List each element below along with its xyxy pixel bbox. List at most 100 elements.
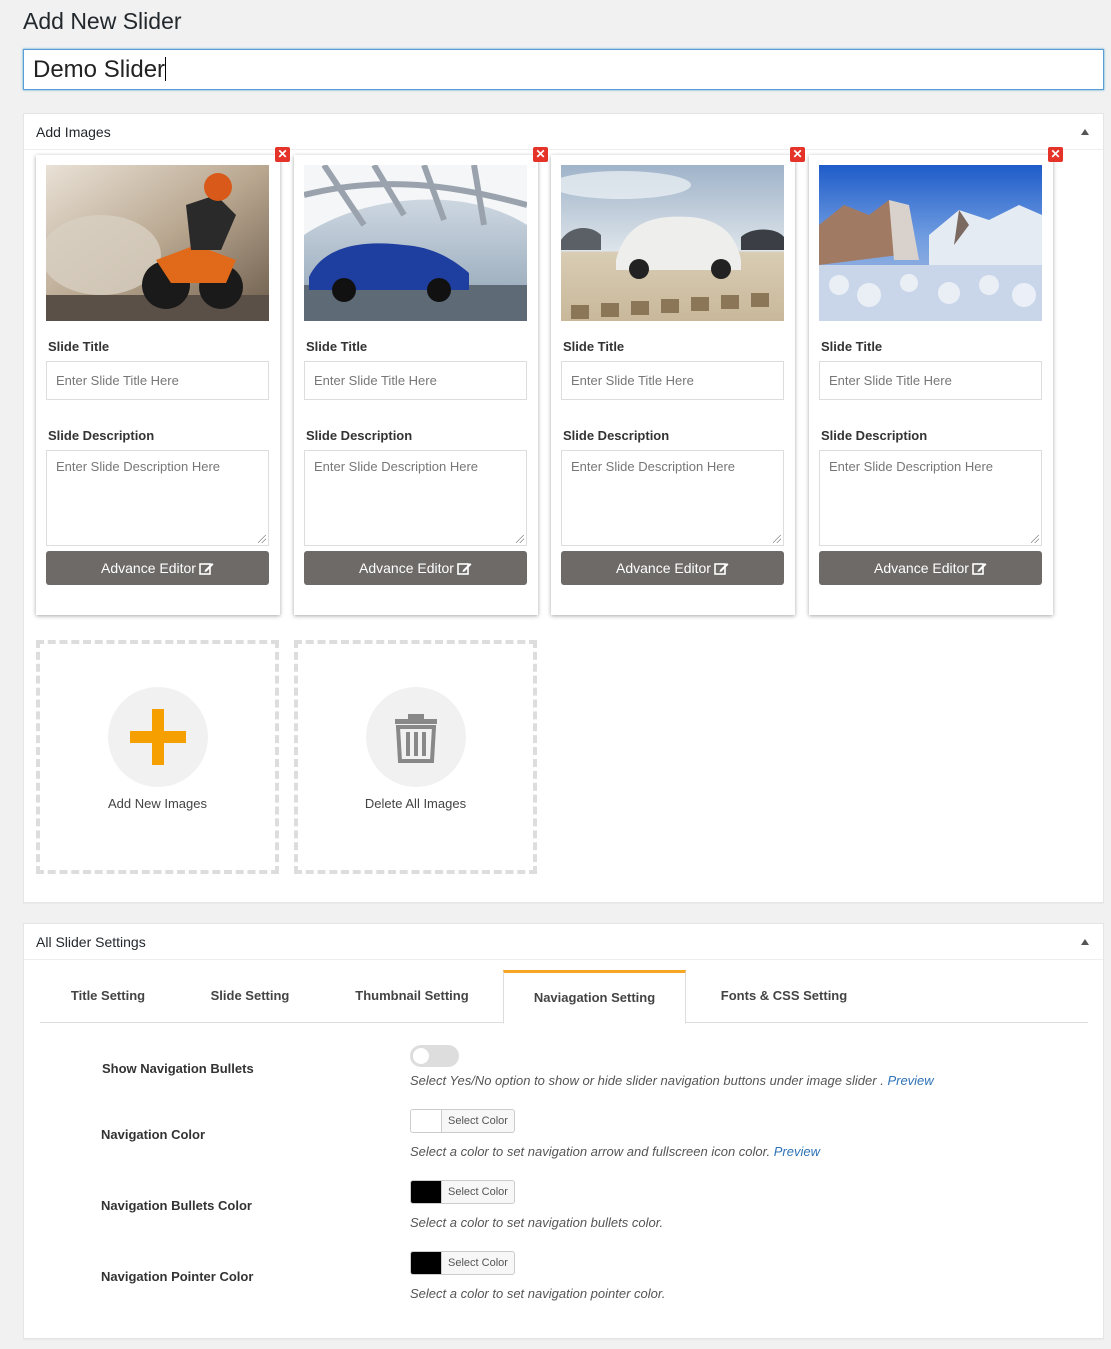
preview-link[interactable]: Preview (774, 1144, 820, 1159)
advance-editor-button[interactable]: Advance Editor (819, 551, 1042, 585)
show-navigation-bullets-label: Show Navigation Bullets (102, 1061, 254, 1076)
preview-link[interactable]: Preview (887, 1073, 933, 1088)
slide-card: ✕ Slide Title Enter Slide Title Here Sli… (551, 147, 805, 615)
slide-title-label: Slide Title (563, 339, 625, 354)
slide-description-placeholder: Enter Slide Description Here (314, 459, 479, 474)
slide-title-label: Slide Title (821, 339, 883, 354)
select-color-label: Select Color (448, 1186, 508, 1198)
slide-description-placeholder: Enter Slide Description Here (571, 459, 736, 474)
slide-title-input[interactable]: Enter Slide Title Here (304, 361, 527, 400)
blue-car-image (304, 165, 527, 321)
remove-slide-button[interactable]: ✕ (790, 147, 805, 162)
close-icon: ✕ (1050, 147, 1061, 161)
tab-slide-setting[interactable]: Slide Setting (176, 970, 324, 1023)
navigation-bullets-description: Select Yes/No option to show or hide sli… (410, 1073, 934, 1088)
slide-description-input[interactable]: Enter Slide Description Here (46, 450, 269, 546)
slide-title-input[interactable]: Enter Slide Title Here (819, 361, 1042, 400)
collapse-arrow-icon[interactable] (1081, 129, 1089, 135)
snowy-valley-image (819, 165, 1042, 321)
remove-slide-button[interactable]: ✕ (533, 147, 548, 162)
slide-card: ✕ Slide Title Enter Slide Title Here Sli… (36, 147, 290, 615)
remove-slide-button[interactable]: ✕ (275, 147, 290, 162)
navigation-color-label: Navigation Color (101, 1127, 206, 1142)
slide-title-input[interactable]: Enter Slide Title Here (46, 361, 269, 400)
slide-description-label: Slide Description (48, 428, 155, 443)
panel-title: All Slider Settings (36, 934, 146, 950)
advance-editor-label: Advance Editor (359, 560, 454, 576)
text-caret (165, 57, 167, 81)
color-swatch (411, 1110, 442, 1132)
add-new-images-button[interactable]: Add New Images (36, 640, 279, 874)
advance-editor-label: Advance Editor (616, 560, 711, 576)
resize-grip-icon[interactable] (1031, 535, 1039, 543)
slider-name-input[interactable]: Demo Slider (23, 49, 1104, 90)
slide-description-input[interactable]: Enter Slide Description Here (304, 450, 527, 546)
navigation-bullets-help: Select Yes/No option to show or hide sli… (410, 1073, 888, 1088)
navigation-color-description: Select a color to set navigation arrow a… (410, 1144, 820, 1159)
settings-tabs: Title Setting Slide Setting Thumbnail Se… (40, 970, 1088, 1024)
motorcycle-image (46, 165, 269, 321)
collapse-arrow-icon[interactable] (1081, 939, 1089, 945)
color-swatch (411, 1252, 442, 1274)
edit-icon (199, 563, 214, 575)
advance-editor-label: Advance Editor (101, 560, 196, 576)
navigation-bullets-toggle[interactable] (410, 1045, 459, 1067)
slide-description-label: Slide Description (306, 428, 413, 443)
slide-description-label: Slide Description (821, 428, 928, 443)
panel-title: Add Images (36, 124, 111, 140)
toggle-knob (413, 1048, 429, 1064)
slide-title-label: Slide Title (306, 339, 368, 354)
advance-editor-button[interactable]: Advance Editor (561, 551, 784, 585)
page-title: Add New Slider (23, 8, 182, 34)
plus-icon (130, 709, 186, 765)
advance-editor-button[interactable]: Advance Editor (46, 551, 269, 585)
slide-card: ✕ Slide Title Enter Slide Title Here Sli… (809, 147, 1063, 615)
tab-thumbnail-setting[interactable]: Thumbnail Setting (324, 970, 500, 1023)
slide-title-label: Slide Title (48, 339, 110, 354)
close-icon: ✕ (792, 147, 803, 161)
resize-grip-icon[interactable] (258, 535, 266, 543)
navigation-bullets-color-picker[interactable]: Select Color (410, 1180, 515, 1204)
slider-name-value: Demo Slider (33, 56, 166, 83)
navigation-color-picker[interactable]: Select Color (410, 1109, 515, 1133)
close-icon: ✕ (535, 147, 546, 161)
navigation-bullets-color-description: Select a color to set navigation bullets… (410, 1215, 664, 1230)
edit-icon (714, 563, 729, 575)
delete-all-images-label: Delete All Images (364, 796, 467, 811)
add-new-images-label: Add New Images (108, 796, 207, 811)
slide-title-input[interactable]: Enter Slide Title Here (561, 361, 784, 400)
select-color-label: Select Color (448, 1257, 508, 1269)
select-color-label: Select Color (448, 1115, 508, 1127)
resize-grip-icon[interactable] (773, 535, 781, 543)
slider-settings-panel: All Slider Settings Title Setting Slide … (23, 923, 1104, 1339)
navigation-color-help: Select a color to set navigation arrow a… (410, 1144, 774, 1159)
edit-icon (457, 563, 472, 575)
slider-settings-header[interactable]: All Slider Settings (24, 924, 1103, 960)
advance-editor-button[interactable]: Advance Editor (304, 551, 527, 585)
tab-title-setting[interactable]: Title Setting (40, 970, 176, 1023)
advance-editor-label: Advance Editor (874, 560, 969, 576)
slide-description-placeholder: Enter Slide Description Here (56, 459, 221, 474)
navigation-bullets-color-label: Navigation Bullets Color (101, 1198, 252, 1213)
add-images-header[interactable]: Add Images (24, 114, 1103, 150)
tab-fonts-css-setting[interactable]: Fonts & CSS Setting (686, 970, 882, 1023)
slide-description-label: Slide Description (563, 428, 670, 443)
add-icon-circle (108, 687, 208, 787)
navigation-pointer-color-label: Navigation Pointer Color (101, 1269, 254, 1284)
slide-description-input[interactable]: Enter Slide Description Here (819, 450, 1042, 546)
slide-description-input[interactable]: Enter Slide Description Here (561, 450, 784, 546)
navigation-pointer-color-description: Select a color to set navigation pointer… (410, 1286, 666, 1301)
remove-slide-button[interactable]: ✕ (1048, 147, 1063, 162)
white-suv-image (561, 165, 784, 321)
edit-icon (972, 563, 987, 575)
resize-grip-icon[interactable] (516, 535, 524, 543)
tab-navigation-setting[interactable]: Naviagation Setting (503, 970, 686, 1024)
trash-icon (395, 714, 437, 763)
color-swatch (411, 1181, 442, 1203)
delete-all-images-button[interactable]: Delete All Images (294, 640, 537, 874)
slide-description-placeholder: Enter Slide Description Here (829, 459, 994, 474)
delete-icon-circle (366, 687, 466, 787)
slide-card: ✕ Slide Title Enter Slide Title Here Sli… (294, 147, 548, 615)
navigation-pointer-color-picker[interactable]: Select Color (410, 1251, 515, 1275)
close-icon: ✕ (277, 147, 288, 161)
